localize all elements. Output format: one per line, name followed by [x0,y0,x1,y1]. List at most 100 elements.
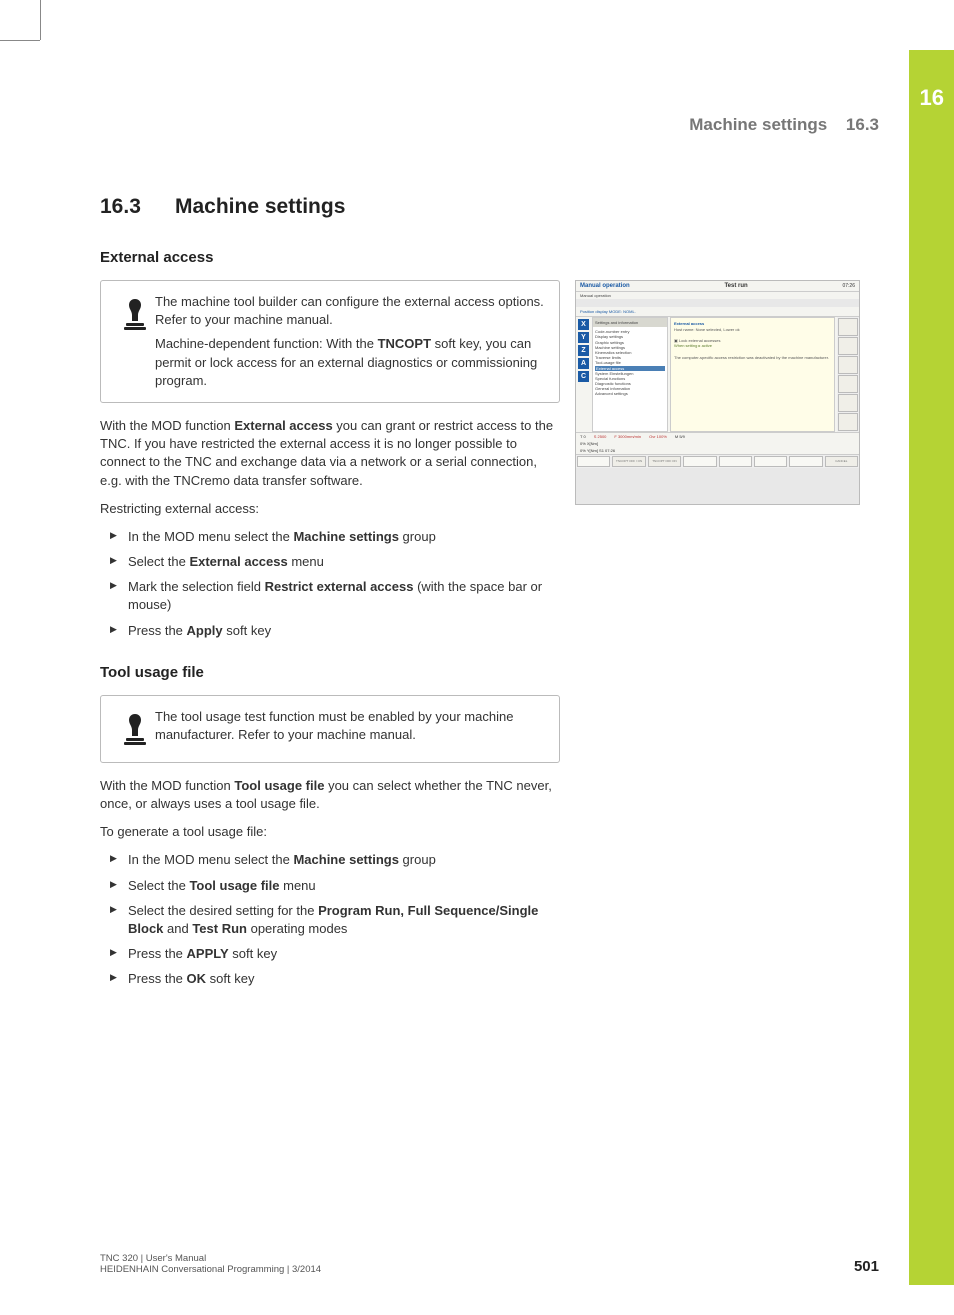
text-strong: Tool usage file [234,778,324,793]
ss-side-button [838,318,858,336]
panel-note: The computer-specific access restriction… [674,355,831,361]
body-paragraph: With the MOD function Tool usage file yo… [100,777,560,813]
text-strong: Machine settings [293,852,398,867]
text-strong: Machine settings [293,529,398,544]
text: soft key [229,946,277,961]
step-item: In the MOD menu select the Machine setti… [100,851,560,869]
footer-text: TNC 320 | User's Manual HEIDENHAIN Conve… [100,1253,321,1275]
step-item: Mark the selection field Restrict extern… [100,578,560,614]
manual-icon [115,708,155,750]
ss-feed-line: 0% X[Nm] [576,440,859,447]
ss-right-column [837,317,859,432]
ss-titlebar: Manual operation Test run 07:26 [576,281,859,292]
text: soft key [223,623,271,638]
note-paragraph: The tool usage test function must be ena… [155,708,545,744]
step-item: Select the External access menu [100,553,560,571]
step-item: Press the APPLY soft key [100,945,560,963]
chapter-tab [909,50,954,1285]
panel-line: Host name: None selected, Lower ok [674,327,831,333]
text-strong: Apply [187,623,223,638]
steps-intro: Restricting external access: [100,500,560,518]
ss-tree: Settings and information Code-number ent… [592,317,668,432]
ss-mode-left: Manual operation [580,283,630,289]
ss-side-button [838,394,858,412]
subsection-external-access: External access [100,249,860,266]
text: menu [280,878,316,893]
subsection-tool-usage: Tool usage file [100,664,860,681]
ss-axis-column: X Y Z A C [576,317,592,432]
step-item: Select the Tool usage file menu [100,877,560,895]
steps-list-tool-usage: In the MOD menu select the Machine setti… [100,851,560,988]
note-text: The tool usage test function must be ena… [155,708,545,744]
crop-marks [0,0,60,60]
header-title: Machine settings [689,115,827,134]
text-strong: APPLY [187,946,229,961]
footer-line2: HEIDENHAIN Conversational Programming | … [100,1264,321,1275]
section-title: Machine settings [175,195,345,218]
text: menu [288,554,324,569]
softkey: TNCOPT OFF ON [648,456,681,467]
note-box-tool-usage: The tool usage test function must be ena… [100,695,560,763]
axis-label: C [578,371,589,382]
text: Select the [128,554,189,569]
note-text: The machine tool builder can configure t… [155,293,545,390]
text-strong: External access [234,418,332,433]
text-strong: Restrict external access [265,579,414,594]
header-section: 16.3 [846,115,879,134]
text-strong: Test Run [192,921,247,936]
ss-body: X Y Z A C Settings and information Code-… [576,317,859,432]
page-number: 501 [854,1258,879,1275]
text: operating modes [247,921,347,936]
softkey [577,456,610,467]
ss-softkey-row: TNCOPT OFF / ON TNCOPT OFF ON CANCEL [576,454,859,468]
step-item: Press the Apply soft key [100,622,560,640]
text-strong: TNCOPT [378,336,431,351]
axis-label: X [578,319,589,330]
ss-subtitle: Manual operation [576,292,859,299]
ss-position-line: Position display MODE: NOML. [576,307,859,317]
text: Lock external accesses [679,338,721,343]
text-strong: External access [189,554,287,569]
text: With the MOD function [100,418,234,433]
footer-line1: TNC 320 | User's Manual [100,1253,321,1264]
text: soft key [206,971,254,986]
status-s: S 2500 [594,434,607,439]
text: Press the [128,623,187,638]
step-item: Select the desired setting for the Progr… [100,902,560,938]
body-paragraph: With the MOD function External access yo… [100,417,560,490]
step-item: Press the OK soft key [100,970,560,988]
chapter-number: 16 [920,85,944,111]
steps-intro: To generate a tool usage file: [100,823,560,841]
text: With the MOD function [100,778,234,793]
text: In the MOD menu select the [128,529,293,544]
ss-time: 07:26 [842,283,855,289]
page-footer: TNC 320 | User's Manual HEIDENHAIN Conve… [100,1253,879,1275]
ss-status-line: T 0 S 2500 F 3000mm/min Ovr 100% M 5/9 [576,432,859,440]
ss-side-button [838,413,858,431]
manual-icon [115,293,155,335]
ss-panel: External access Host name: None selected… [670,317,835,432]
axis-label: A [578,358,589,369]
status-ovr: Ovr 100% [649,434,667,439]
axis-label: Y [578,332,589,343]
softkey [789,456,822,467]
note-box-external-access: The machine tool builder can configure t… [100,280,560,403]
ss-tree-header: Settings and information [593,318,667,327]
softkey: TNCOPT OFF / ON [612,456,645,467]
step-item: In the MOD menu select the Machine setti… [100,528,560,546]
softkey [683,456,716,467]
section-heading: 16.3Machine settings [100,195,860,219]
text: Select the [128,878,189,893]
running-header: Machine settings 16.3 [689,115,879,135]
control-screenshot: Manual operation Test run 07:26 Manual o… [575,280,860,505]
text: Press the [128,946,187,961]
text-strong: OK [187,971,207,986]
softkey [754,456,787,467]
text: group [399,852,436,867]
ss-side-button [838,337,858,355]
status-t: T 0 [580,434,586,439]
text: In the MOD menu select the [128,852,293,867]
text: group [399,529,436,544]
note-paragraph: The machine tool builder can configure t… [155,293,545,329]
text: Select the desired setting for the [128,903,318,918]
